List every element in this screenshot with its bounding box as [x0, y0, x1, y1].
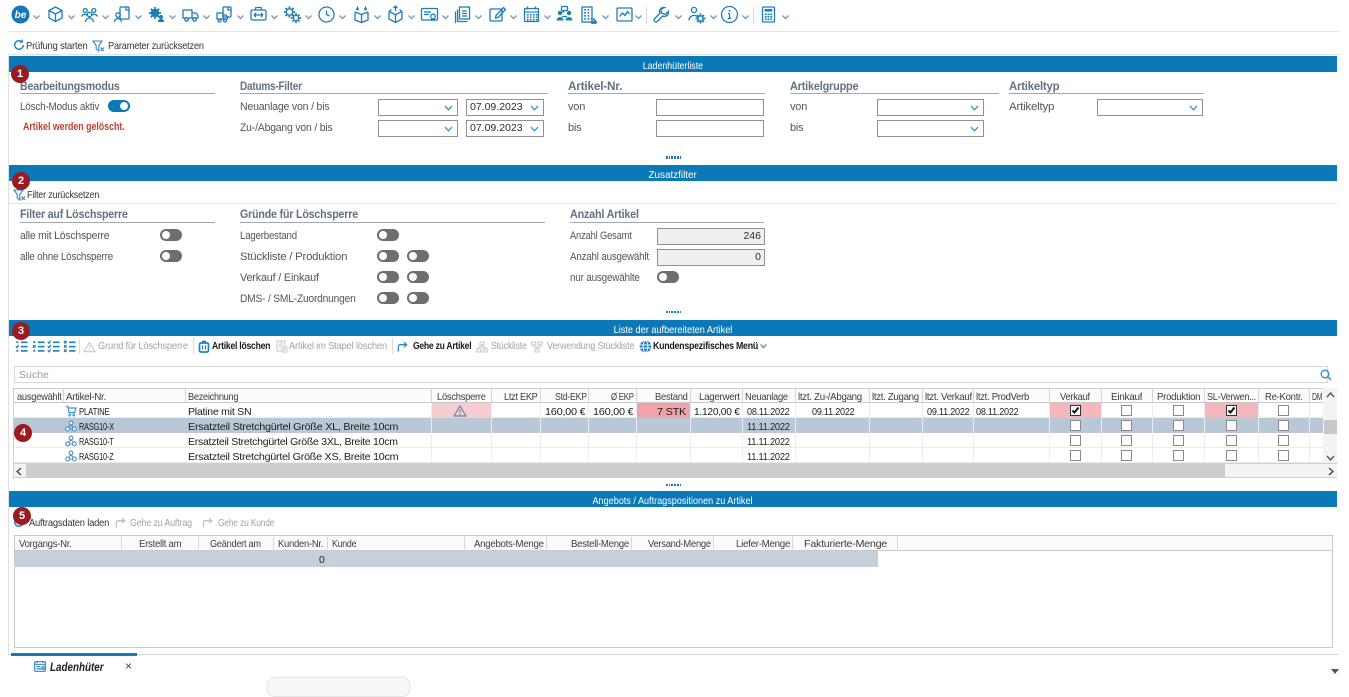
svg-text:be: be [15, 10, 27, 21]
